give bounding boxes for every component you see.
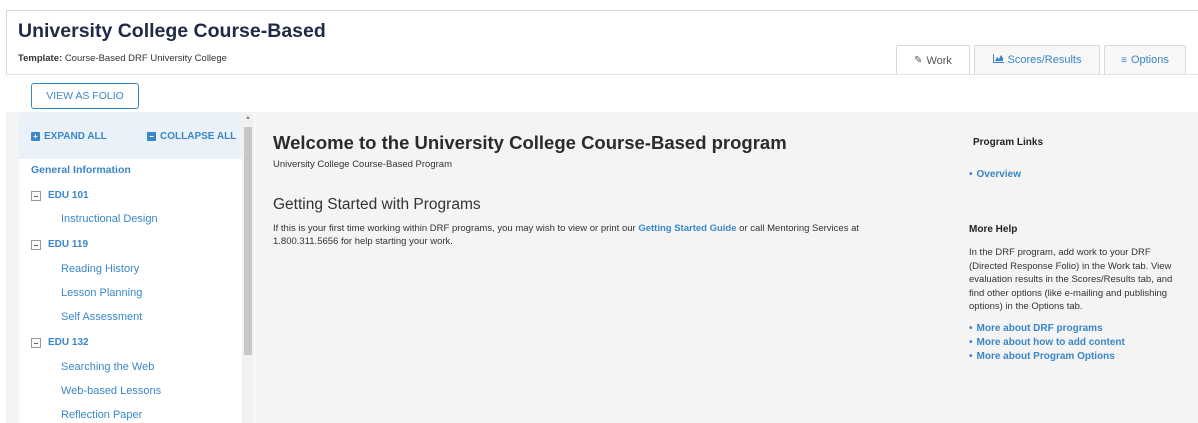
overview-link[interactable]: • Overview [969, 169, 1021, 180]
bullet-icon: • [969, 351, 973, 362]
bullet-icon: • [969, 337, 973, 348]
sidebar-item-self-assessment[interactable]: Self Assessment [61, 311, 142, 323]
more-help-heading: More Help [969, 224, 1018, 235]
course-code: EDU 132 [48, 337, 89, 348]
tab-options[interactable]: ≡ Options [1104, 45, 1186, 74]
course-code: EDU 101 [48, 190, 89, 201]
tab-work-label: Work [926, 54, 952, 67]
program-subtitle: University College Course-Based Program [273, 159, 452, 170]
scroll-up-arrow-icon[interactable]: ▲ [245, 115, 251, 121]
welcome-heading: Welcome to the University College Course… [273, 132, 787, 153]
sidebar-course-edu119[interactable]: EDU 119 [31, 239, 88, 250]
more-about-drf-programs-link[interactable]: • More about DRF programs [969, 323, 1103, 334]
collapse-toggle-icon[interactable] [31, 190, 41, 201]
bullet-icon: • [969, 323, 973, 334]
plus-square-icon: + [31, 132, 40, 141]
scrollbar-thumb[interactable] [244, 127, 252, 355]
page-title: University College Course-Based [18, 20, 326, 42]
main-panel: Welcome to the University College Course… [273, 113, 933, 423]
template-label: Template: [18, 53, 63, 64]
more-help-paragraph: In the DRF program, add work to your DRF… [969, 247, 1173, 312]
sidebar-item-reflection-paper[interactable]: Reflection Paper [61, 409, 142, 421]
sidebar-item-instructional-design[interactable]: Instructional Design [61, 213, 158, 225]
edit-icon: ✎ [914, 55, 923, 66]
minus-square-icon: − [147, 132, 156, 141]
getting-started-guide-link[interactable]: Getting Started Guide [638, 223, 736, 234]
collapse-toggle-icon[interactable] [31, 239, 41, 250]
sidebar-item-reading-history[interactable]: Reading History [61, 263, 139, 275]
sidebar-item-general-information[interactable]: General Information [31, 164, 131, 176]
collapse-all-button[interactable]: − COLLAPSE ALL [147, 131, 236, 142]
menu-icon: ≡ [1121, 54, 1127, 66]
getting-started-paragraph: If this is your first time working withi… [273, 222, 913, 248]
more-about-program-options-link[interactable]: • More about Program Options [969, 351, 1115, 362]
sidebar-course-edu101[interactable]: EDU 101 [31, 190, 89, 201]
sidebar-header: + EXPAND ALL − COLLAPSE ALL [19, 113, 242, 159]
toolbar: VIEW AS FOLIO [6, 74, 1198, 112]
template-line: Template: Course-Based DRF University Co… [18, 53, 227, 64]
link-label: More about how to add content [976, 337, 1125, 348]
sidebar-item-searching-the-web[interactable]: Searching the Web [61, 361, 154, 373]
tab-work[interactable]: ✎ Work [896, 45, 970, 75]
expand-all-button[interactable]: + EXPAND ALL [31, 131, 107, 142]
tab-bar: ✎ Work Scores/Results ≡ Options [896, 45, 1190, 75]
collapse-all-label: COLLAPSE ALL [160, 131, 237, 142]
sidebar-item-lesson-planning[interactable]: Lesson Planning [61, 287, 142, 299]
tab-scores-label: Scores/Results [1007, 54, 1082, 66]
getting-started-heading: Getting Started with Programs [273, 196, 481, 213]
program-links-heading: Program Links [973, 137, 1044, 148]
para-text-before: If this is your first time working withi… [273, 223, 639, 234]
chart-icon [992, 54, 1004, 66]
right-panel: Program Links • Overview More Help In the… [969, 113, 1184, 423]
bullet-icon: • [969, 169, 973, 180]
overview-link-label: Overview [976, 169, 1021, 180]
tab-scores-results[interactable]: Scores/Results [974, 45, 1100, 74]
collapse-toggle-icon[interactable] [31, 337, 41, 348]
template-value: Course-Based DRF University College [64, 53, 227, 64]
link-label: More about Program Options [976, 351, 1115, 362]
expand-all-label: EXPAND ALL [44, 131, 107, 142]
tab-options-label: Options [1130, 54, 1169, 66]
link-label: More about DRF programs [976, 323, 1103, 334]
more-about-adding-content-link[interactable]: • More about how to add content [969, 337, 1125, 348]
course-code: EDU 119 [48, 239, 89, 250]
sidebar: + EXPAND ALL − COLLAPSE ALL General Info… [19, 113, 255, 423]
view-as-folio-button[interactable]: VIEW AS FOLIO [31, 83, 139, 109]
sidebar-item-web-based-lessons[interactable]: Web-based Lessons [61, 385, 161, 397]
sidebar-scrollbar[interactable]: ▲ [242, 113, 254, 423]
sidebar-course-edu132[interactable]: EDU 132 [31, 337, 89, 348]
